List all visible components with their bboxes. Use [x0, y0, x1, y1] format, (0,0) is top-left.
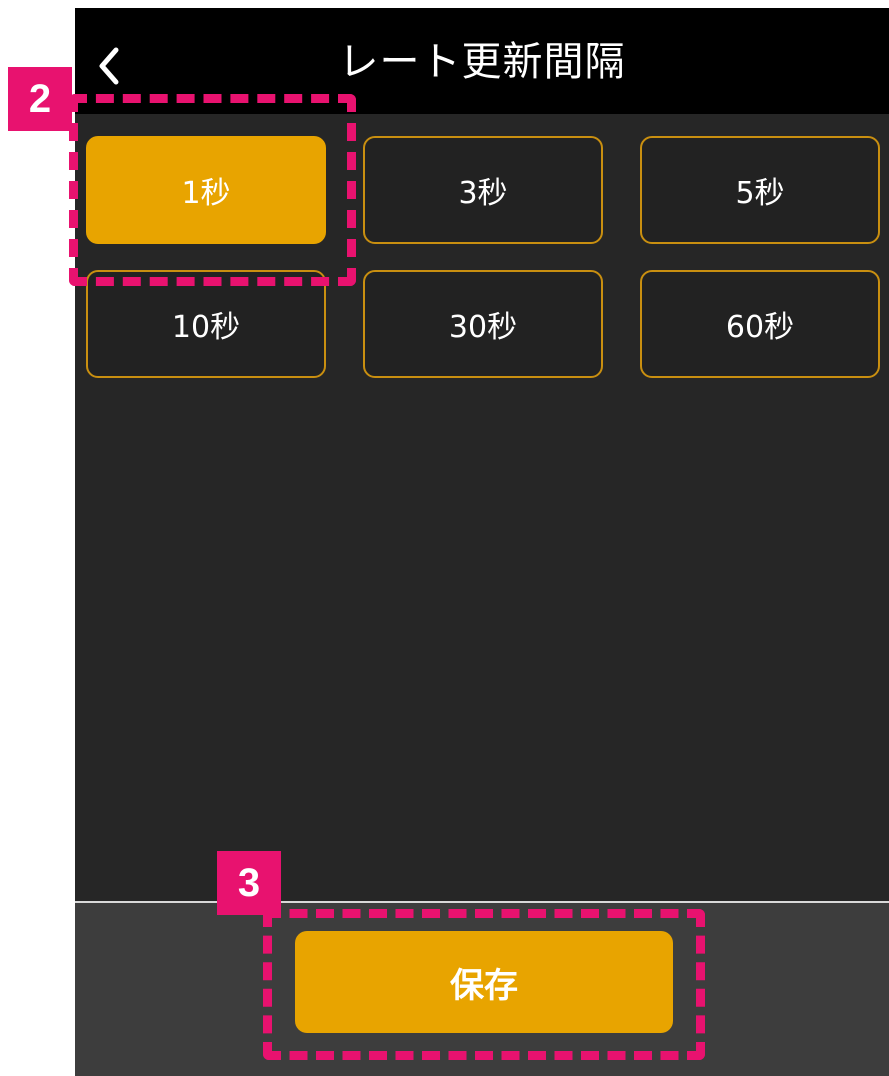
callout-number-badge: 2: [8, 67, 72, 131]
interval-option-label: 60秒: [725, 310, 795, 345]
callout-highlight-save: [263, 909, 705, 1060]
callout-highlight-interval: [69, 94, 356, 286]
interval-option-label: 10秒: [171, 310, 241, 345]
interval-option-60s[interactable]: 60秒: [640, 270, 880, 378]
interval-option-30s[interactable]: 30秒: [363, 270, 603, 378]
interval-option-5s[interactable]: 5秒: [640, 136, 880, 244]
callout-number-badge: 3: [217, 851, 281, 915]
interval-option-3s[interactable]: 3秒: [363, 136, 603, 244]
interval-option-label: 5秒: [735, 176, 785, 211]
interval-option-label: 3秒: [458, 176, 508, 211]
interval-option-label: 30秒: [448, 310, 518, 345]
page-title: レート更新間隔: [338, 39, 626, 85]
interval-option-10s[interactable]: 10秒: [86, 270, 326, 378]
